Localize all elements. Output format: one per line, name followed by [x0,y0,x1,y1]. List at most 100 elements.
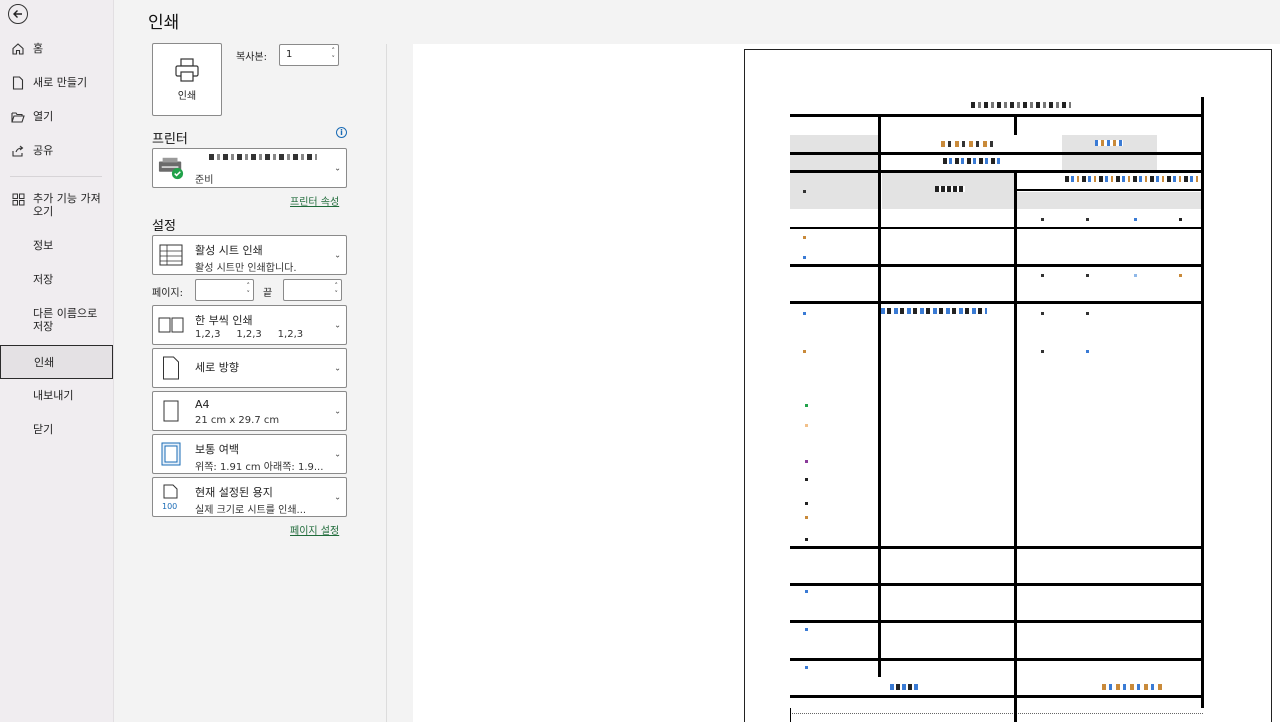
preview-dot [1134,274,1137,277]
copies-value: 1 [286,49,293,60]
preview-vrule [1014,173,1017,722]
printer-icon [175,57,199,82]
orientation-select[interactable]: 세로 방향 ⌄ [152,348,347,388]
preview-footer-text [1102,684,1164,690]
preview-dot [1041,312,1044,315]
preview-dot [803,312,806,315]
preview-vrule [878,117,881,677]
preview-dot [1179,274,1182,277]
preview-header-cell [790,135,878,152]
nav-item-label: 새로 만들기 [33,76,88,89]
scaling-page-icon: 100 [158,484,184,510]
chevron-down-icon: ⌄ [334,363,341,373]
preview-rule [790,546,1203,549]
nav-item-home[interactable]: 홈 [0,42,113,56]
page-title: 인쇄 [148,13,180,33]
collate-select[interactable]: 한 부씩 인쇄 1,2,3 1,2,3 1,2,3 ⌄ [152,305,347,345]
preview-dot [1179,218,1182,221]
preview-rule [790,695,1203,698]
nav-item-label: 저장 [33,273,54,286]
print-what-title: 활성 시트 인쇄 [195,244,263,257]
paper-icon [158,398,184,424]
preview-vrule [1201,97,1204,708]
preview-rule [790,301,1203,304]
preview-dot [1086,350,1089,353]
preview-dotted-rule [790,713,1203,714]
print-what-select[interactable]: 활성 시트 인쇄 활성 시트만 인쇄합니다. ⌄ [152,235,347,275]
preview-dot [805,666,808,669]
scaling-select[interactable]: 100 현재 설정된 용지 실제 크기로 시트를 인쇄... ⌄ [152,477,347,517]
collate-title: 한 부씩 인쇄 [195,314,253,327]
backstage-nav: 홈 새로 만들기 열기 공유 추가 기능 가져오기 정보 저장 다른 이름으로 … [0,0,114,722]
preview-dot [805,404,808,407]
portrait-page-icon [158,355,184,381]
printer-select[interactable]: 준비 ⌄ [152,148,347,188]
nav-item-label: 닫기 [33,423,54,436]
preview-rule [790,658,1203,661]
page-setup-link[interactable]: 페이지 설정 [290,522,339,537]
paper-size-subtitle: 21 cm x 29.7 cm [195,415,280,426]
preview-vrule [790,708,791,722]
printer-properties-link[interactable]: 프린터 속성 [290,193,339,208]
nav-item-save-as[interactable]: 다른 이름으로 저장 [0,307,113,333]
preview-cell-text [943,158,1001,164]
collate-subtitle: 1,2,3 1,2,3 1,2,3 [195,329,304,340]
copies-spinner[interactable]: ˄ ˅ [332,47,336,63]
nav-divider [10,176,102,177]
preview-dot [1086,274,1089,277]
margins-subtitle: 위쪽: 1.91 cm 아래쪽: 1.9... [195,462,324,473]
preview-footer-text [890,684,920,690]
preview-dot [803,256,806,259]
paper-size-select[interactable]: A4 21 cm x 29.7 cm ⌄ [152,391,347,431]
nav-item-label: 열기 [33,110,54,123]
pages-from-spinner[interactable]: ˄ ˅ [247,282,251,298]
pages-label: 페이지: [152,288,183,299]
new-document-icon [10,76,26,90]
pages-from-input[interactable]: ˄ ˅ [195,279,254,301]
printer-name-redacted [209,154,317,160]
info-icon[interactable]: i [336,127,347,138]
home-icon [10,42,26,56]
preview-dot [805,478,808,481]
share-icon [10,144,26,158]
nav-item-save[interactable]: 저장 [0,273,113,286]
scaling-icon-text: 100 [162,502,177,510]
print-button-label: 인쇄 [177,90,197,102]
preview-cell-text [1065,176,1201,182]
preview-cell-text [941,141,993,147]
preview-rule [1017,189,1203,191]
nav-item-addins[interactable]: 추가 기능 가져오기 [0,192,113,218]
margins-select[interactable]: 보통 여백 위쪽: 1.91 cm 아래쪽: 1.9... ⌄ [152,434,347,474]
preview-rule [790,620,1203,623]
nav-item-label: 추가 기능 가져오기 [33,192,101,218]
pages-to-input[interactable]: ˄ ˅ [283,279,342,301]
chevron-down-icon: ⌄ [334,250,341,260]
nav-item-new[interactable]: 새로 만들기 [0,76,113,90]
nav-item-share[interactable]: 공유 [0,144,113,158]
print-button[interactable]: 인쇄 [152,43,222,116]
nav-item-export[interactable]: 내보내기 [0,389,113,402]
nav-item-close[interactable]: 닫기 [0,423,113,436]
chevron-down-icon: ⌄ [334,449,341,459]
preview-dot [1134,218,1137,221]
scaling-subtitle: 실제 크기로 시트를 인쇄... [195,505,307,516]
pages-to-spinner[interactable]: ˄ ˅ [335,282,339,298]
preview-dot [1086,312,1089,315]
copies-input[interactable]: 1 ˄ ˅ [279,44,339,66]
preview-dot [805,516,808,519]
preview-rule [790,152,1203,155]
preview-dot [805,538,808,541]
nav-item-print[interactable]: 인쇄 [0,345,113,379]
nav-item-info[interactable]: 정보 [0,239,113,252]
orientation-title: 세로 방향 [195,361,239,374]
preview-vrule [1014,117,1017,135]
preview-rule [790,114,1203,117]
preview-header-cell [1062,154,1157,171]
folder-open-icon [10,110,26,124]
preview-cell-text [1095,140,1123,146]
back-button[interactable] [8,4,28,24]
preview-rule [790,264,1203,267]
nav-item-open[interactable]: 열기 [0,110,113,124]
nav-item-label: 다른 이름으로 저장 [33,307,98,333]
paper-size-title: A4 [195,398,210,411]
